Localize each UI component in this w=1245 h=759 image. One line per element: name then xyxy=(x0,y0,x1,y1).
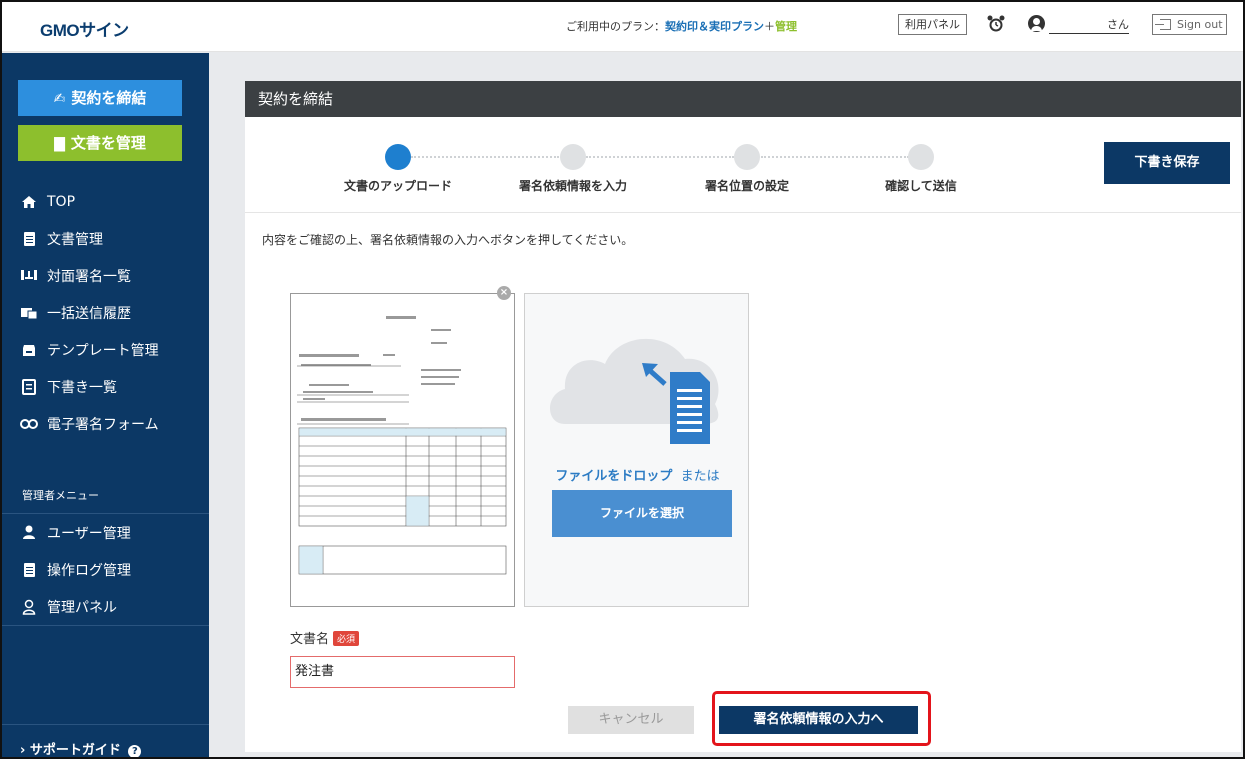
step-confirm-send: 確認して送信 xyxy=(841,144,1001,194)
nav-item-top[interactable]: TOP xyxy=(2,183,209,220)
document-name-label-text: 文書名 xyxy=(290,632,330,647)
chevron-right-icon: › xyxy=(20,743,26,758)
save-draft-button[interactable]: 下書き保存 xyxy=(1104,142,1230,184)
drop-instruction: ファイルをドロップ または xyxy=(525,465,750,484)
gmo-sign-logo[interactable]: GMOサイン xyxy=(40,16,129,41)
step-progress: 文書のアップロード 署名依頼情報を入力 署名位置の設定 確認して送信 下書き保存 xyxy=(245,117,1241,213)
support-guide-link[interactable]: › サポートガイド ? xyxy=(20,739,142,758)
document-preview-image xyxy=(291,294,514,606)
select-file-button[interactable]: ファイルを選択 xyxy=(552,490,732,537)
nav-label: 下書き一覧 xyxy=(47,379,117,396)
admin-panel-icon xyxy=(20,599,38,615)
plan-name: 契約印＆実印プラン xyxy=(665,20,764,33)
sidebar: ✍ 契約を締結 ▇ 文書を管理 TOP 文書管理 対面署名一覧 一括送信履歴 テ… xyxy=(2,53,209,758)
required-badge: 必須 xyxy=(333,631,360,646)
page-title: 契約を締結 xyxy=(245,81,1241,117)
app-window: GMOサイン ご利用中のプラン：契約印＆実印プラン＋管理 利用パネル さん Si… xyxy=(0,0,1245,759)
nav-item-admin-panel[interactable]: 管理パネル xyxy=(2,588,209,625)
admin-menu-title: 管理者メニュー xyxy=(22,489,99,502)
nav-label: 操作ログ管理 xyxy=(47,562,131,579)
alarm-clock-icon[interactable] xyxy=(986,14,1006,34)
step-dot xyxy=(908,144,934,170)
manage-documents-button[interactable]: ▇ 文書を管理 xyxy=(18,125,182,161)
nav-label: ユーザー管理 xyxy=(47,525,131,542)
bulk-send-icon xyxy=(20,305,38,321)
nav-label: 一括送信履歴 xyxy=(47,305,131,322)
contract-sign-button[interactable]: ✍ 契約を締結 xyxy=(18,80,182,116)
next-to-request-info-button[interactable]: 署名依頼情報の入力へ xyxy=(719,706,918,734)
drop-text: ファイルをドロップ xyxy=(555,469,673,484)
document-icon xyxy=(20,231,38,247)
nav-item-face-to-face[interactable]: 対面署名一覧 xyxy=(2,257,209,294)
user-name[interactable]: さん xyxy=(1049,16,1129,34)
contract-sign-label: 契約を締結 xyxy=(71,89,147,107)
step-label: 署名位置の設定 xyxy=(704,179,789,193)
plan-prefix: ご利用中のプラン： xyxy=(566,20,665,33)
plan-info: ご利用中のプラン：契約印＆実印プラン＋管理 xyxy=(566,18,797,34)
user-icon xyxy=(20,525,38,541)
nav-item-operation-logs[interactable]: 操作ログ管理 xyxy=(2,551,209,588)
nav-label: テンプレート管理 xyxy=(47,342,159,359)
sign-out-button[interactable]: Sign out xyxy=(1152,14,1227,35)
support-guide-label: サポートガイド xyxy=(29,743,121,758)
divider xyxy=(2,724,209,725)
step-upload: 文書のアップロード xyxy=(318,144,478,194)
link-icon xyxy=(20,416,38,432)
document-name-input[interactable]: 発注書 xyxy=(290,656,515,688)
nav-label: 文書管理 xyxy=(47,231,103,248)
sign-out-label: Sign out xyxy=(1177,18,1223,31)
nav-item-drafts[interactable]: 下書き一覧 xyxy=(2,368,209,405)
contract-card: 契約を締結 文書のアップロード 署名依頼情報を入力 署名位置の設定 確認して送信… xyxy=(245,81,1241,752)
nav-item-bulk-send[interactable]: 一括送信履歴 xyxy=(2,294,209,331)
step-label: 署名依頼情報を入力 xyxy=(518,179,627,193)
face-to-face-icon xyxy=(20,268,38,284)
nav-label: TOP xyxy=(47,193,76,210)
main-nav: TOP 文書管理 対面署名一覧 一括送信履歴 テンプレート管理 下書き一覧 電子… xyxy=(2,183,209,442)
plan-addon: 管理 xyxy=(775,20,797,33)
handshake-icon: ✍ xyxy=(53,91,66,107)
help-icon: ? xyxy=(128,745,142,757)
admin-nav: ユーザー管理 操作ログ管理 管理パネル xyxy=(2,514,209,625)
file-drop-zone[interactable]: ファイルをドロップ または ファイルを選択 xyxy=(524,293,749,607)
drop-or-text: または xyxy=(680,469,720,484)
nav-label: 対面署名一覧 xyxy=(47,268,131,285)
step-dot xyxy=(734,144,760,170)
divider xyxy=(2,625,209,626)
step-label: 文書のアップロード xyxy=(343,179,452,193)
plan-plus: ＋ xyxy=(764,20,775,33)
top-header: GMOサイン ご利用中のプラン：契約印＆実印プラン＋管理 利用パネル さん Si… xyxy=(2,2,1243,52)
nav-item-templates[interactable]: テンプレート管理 xyxy=(2,331,209,368)
user-avatar-icon[interactable] xyxy=(1028,15,1045,32)
manage-documents-label: 文書を管理 xyxy=(70,134,146,152)
draft-icon xyxy=(20,378,38,395)
instruction-text: 内容をご確認の上、署名依頼情報の入力へボタンを押してください。 xyxy=(262,233,634,247)
step-sign-position: 署名位置の設定 xyxy=(667,144,827,194)
usage-panel-button[interactable]: 利用パネル xyxy=(898,14,967,35)
nav-label: 管理パネル xyxy=(47,599,117,616)
step-dot xyxy=(560,144,586,170)
template-icon xyxy=(20,342,38,358)
document-thumbnail[interactable] xyxy=(290,293,515,607)
log-icon xyxy=(20,562,38,578)
document-name-label: 文書名 必須 xyxy=(290,628,360,647)
remove-file-icon[interactable]: × xyxy=(497,286,511,300)
step-label: 確認して送信 xyxy=(885,179,957,193)
nav-item-user-management[interactable]: ユーザー管理 xyxy=(2,514,209,551)
step-request-info: 署名依頼情報を入力 xyxy=(493,144,653,194)
cloud-upload-icon xyxy=(550,338,719,444)
nav-item-e-sign-form[interactable]: 電子署名フォーム xyxy=(2,405,209,442)
nav-label: 電子署名フォーム xyxy=(47,416,159,433)
home-icon xyxy=(20,194,38,210)
step-dot xyxy=(385,144,411,170)
cancel-button[interactable]: キャンセル xyxy=(568,706,694,734)
sign-out-icon xyxy=(1155,19,1171,30)
nav-item-documents[interactable]: 文書管理 xyxy=(2,220,209,257)
document-icon: ▇ xyxy=(54,136,65,152)
